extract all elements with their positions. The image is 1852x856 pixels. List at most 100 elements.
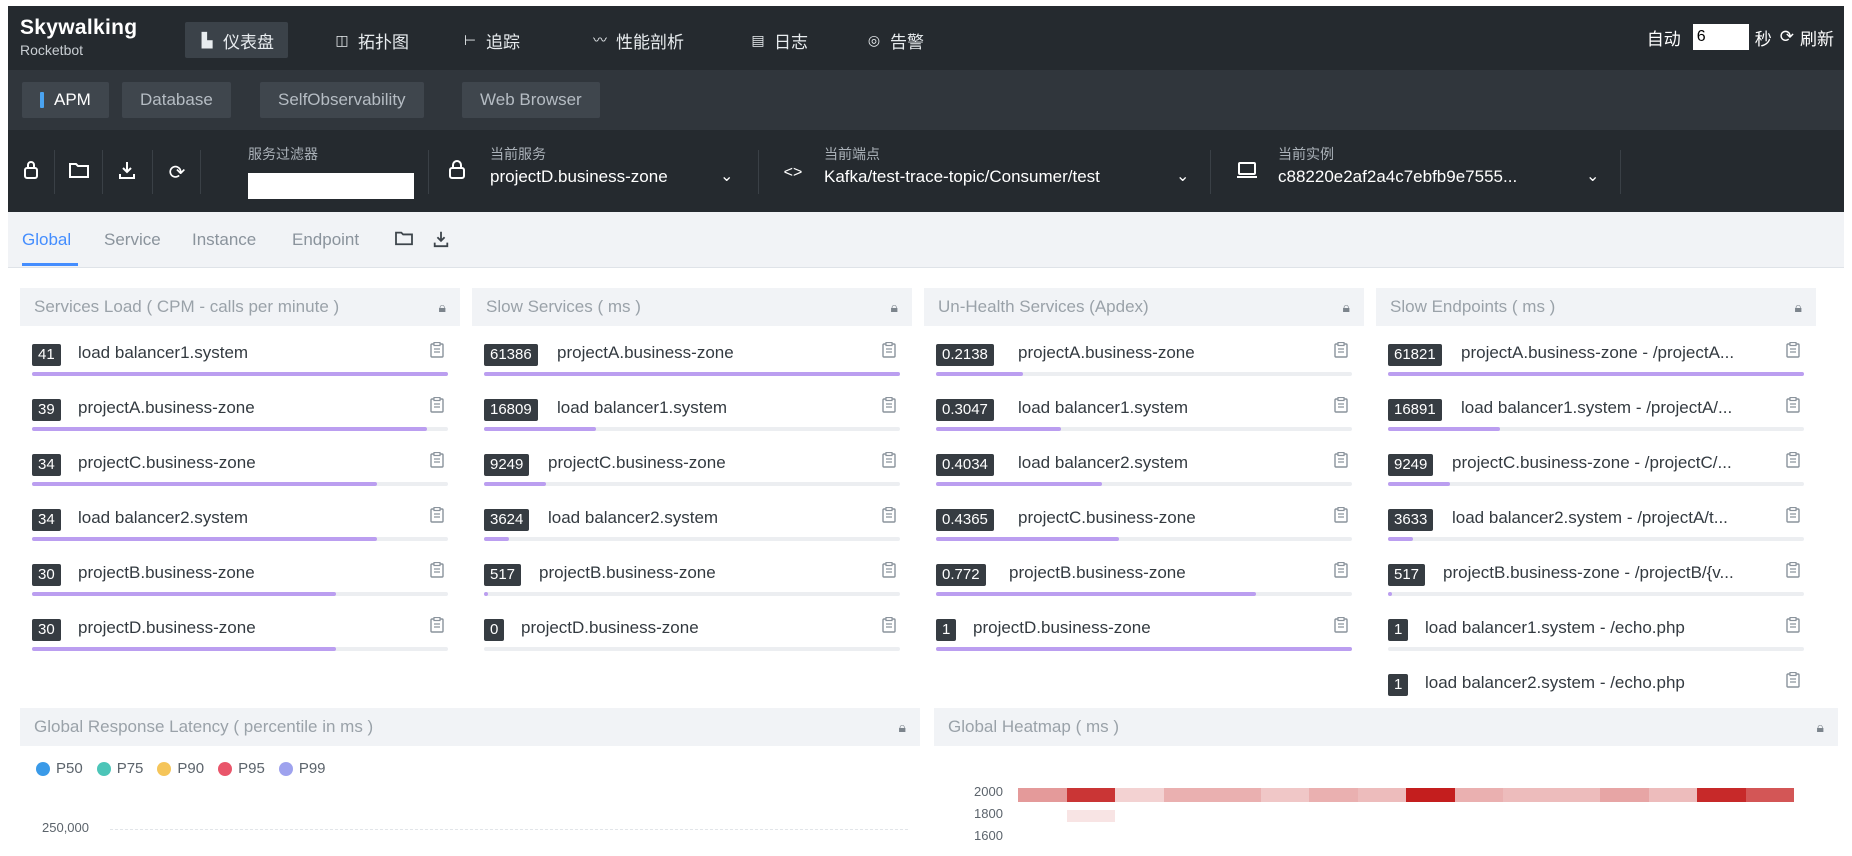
list-item[interactable]: 1 projectD.business-zone (936, 601, 1352, 656)
chevron-down-icon[interactable]: ⌄ (720, 166, 733, 186)
chevron-down-icon[interactable]: ⌄ (1176, 166, 1189, 186)
refresh-button[interactable]: 刷新 (1800, 25, 1834, 50)
list-item[interactable]: 0.2138 projectA.business-zone (936, 326, 1352, 381)
refresh-interval-input[interactable] (1692, 24, 1749, 50)
list-item[interactable]: 0.4365 projectC.business-zone (936, 491, 1352, 546)
list-item[interactable]: 61386 projectA.business-zone (484, 326, 900, 381)
list-item[interactable]: 61821 projectA.business-zone - /projectA.… (1388, 326, 1804, 381)
logo[interactable]: Skywalking Rocketbot (20, 16, 137, 58)
clipboard-icon[interactable] (430, 561, 444, 582)
current-endpoint-selector[interactable]: 当前端点 Kafka/test-trace-topic/Consumer/tes… (824, 144, 1100, 187)
refresh-icon[interactable]: ⟳ (1780, 27, 1794, 47)
chevron-down-icon[interactable]: ⌄ (1586, 166, 1599, 186)
heatmap-cell[interactable] (1406, 788, 1455, 802)
nav-item[interactable]: ▙ 仪表盘 (185, 22, 288, 58)
list-item[interactable]: 39 projectA.business-zone (32, 381, 448, 436)
legend-item[interactable]: P50 (36, 760, 83, 777)
list-item[interactable]: 3624 load balancer2.system (484, 491, 900, 546)
layer-tab[interactable]: Web Browser (462, 82, 600, 118)
clipboard-icon[interactable] (882, 341, 896, 362)
legend-item[interactable]: P90 (157, 760, 204, 777)
layer-tab[interactable]: Database (122, 82, 231, 118)
nav-item[interactable]: 〰性能剖析 (578, 22, 698, 58)
list-item[interactable]: 1 load balancer2.system - /echo.php (1388, 656, 1804, 698)
current-instance-selector[interactable]: 当前实例 c88220e2af2a4c7ebfb9e7555... (1278, 144, 1517, 187)
clipboard-icon[interactable] (1334, 506, 1348, 527)
clipboard-icon[interactable] (1334, 561, 1348, 582)
nav-item[interactable]: ▤ 日志 (736, 22, 822, 58)
heatmap-cell[interactable] (1745, 788, 1794, 802)
layer-tab[interactable]: APM (22, 82, 109, 118)
clipboard-icon[interactable] (1334, 451, 1348, 472)
tab-global[interactable]: Global (22, 230, 71, 250)
legend-item[interactable]: P99 (278, 760, 326, 777)
layer-tab[interactable]: SelfObservability (260, 82, 424, 118)
clipboard-icon[interactable] (882, 396, 896, 417)
clipboard-icon[interactable] (430, 506, 444, 527)
clipboard-icon[interactable] (882, 506, 896, 527)
tab-instance[interactable]: Instance (192, 230, 256, 250)
folder-icon[interactable] (66, 160, 92, 186)
list-item[interactable]: 0 projectD.business-zone (484, 601, 900, 656)
list-item[interactable]: 9249 projectC.business-zone - /projectC/.… (1388, 436, 1804, 491)
heatmap-cell[interactable] (1357, 788, 1406, 802)
reload-icon[interactable]: ⟳ (164, 160, 190, 186)
download-icon[interactable] (114, 160, 140, 186)
heatmap-cell[interactable] (1454, 788, 1503, 802)
heatmap-cell[interactable] (1503, 788, 1552, 802)
list-item[interactable]: 41 load balancer1.system (32, 326, 448, 381)
list-item[interactable]: 34 load balancer2.system (32, 491, 448, 546)
clipboard-icon[interactable] (1786, 506, 1800, 527)
heatmap-cell[interactable] (1066, 788, 1115, 802)
service-filter-input[interactable] (248, 173, 414, 199)
lock-icon[interactable]: 🔒︎ (891, 299, 898, 316)
heatmap-cell[interactable] (1066, 810, 1115, 822)
heatmap-cell[interactable] (1115, 788, 1164, 802)
heatmap-cell[interactable] (1697, 788, 1746, 802)
heatmap-cell[interactable] (1163, 788, 1212, 802)
list-item[interactable]: 30 projectD.business-zone (32, 601, 448, 656)
nav-item[interactable]: ⊢ 追踪 (448, 22, 534, 58)
clipboard-icon[interactable] (430, 451, 444, 472)
clipboard-icon[interactable] (430, 616, 444, 637)
list-item[interactable]: 0.4034 load balancer2.system (936, 436, 1352, 491)
heatmap-cell[interactable] (1648, 788, 1697, 802)
heatmap-cell[interactable] (1309, 788, 1358, 802)
tab-service[interactable]: Service (104, 230, 161, 250)
clipboard-icon[interactable] (882, 451, 896, 472)
clipboard-icon[interactable] (1786, 451, 1800, 472)
list-item[interactable]: 517 projectB.business-zone - /projectB/{v… (1388, 546, 1804, 601)
clipboard-icon[interactable] (1334, 341, 1348, 362)
lock-icon[interactable]: 🔒︎ (1817, 719, 1824, 736)
clipboard-icon[interactable] (1786, 561, 1800, 582)
nav-item[interactable]: ◫ 拓扑图 (320, 22, 423, 58)
lock-icon[interactable]: 🔒︎ (1795, 299, 1802, 316)
heatmap-cell[interactable] (1551, 788, 1600, 802)
lock-icon[interactable]: 🔒︎ (1343, 299, 1350, 316)
clipboard-icon[interactable] (1334, 616, 1348, 637)
list-item[interactable]: 3633 load balancer2.system - /projectA/t.… (1388, 491, 1804, 546)
list-item[interactable]: 0.3047 load balancer1.system (936, 381, 1352, 436)
clipboard-icon[interactable] (1334, 396, 1348, 417)
lock-icon[interactable]: 🔒︎ (899, 719, 906, 736)
heatmap-cell[interactable] (1600, 788, 1649, 802)
legend-item[interactable]: P75 (96, 760, 143, 777)
list-item[interactable]: 517 projectB.business-zone (484, 546, 900, 601)
clipboard-icon[interactable] (1786, 341, 1800, 362)
heatmap-cell[interactable] (1018, 788, 1067, 802)
clipboard-icon[interactable] (1786, 616, 1800, 637)
list-item[interactable]: 30 projectB.business-zone (32, 546, 448, 601)
heatmap-cell[interactable] (1212, 788, 1261, 802)
clipboard-icon[interactable] (882, 616, 896, 637)
list-item[interactable]: 34 projectC.business-zone (32, 436, 448, 491)
list-item[interactable]: 16891 load balancer1.system - /projectA/.… (1388, 381, 1804, 436)
clipboard-icon[interactable] (430, 341, 444, 362)
nav-item[interactable]: ◎ 告警 (852, 22, 938, 58)
clipboard-icon[interactable] (1786, 396, 1800, 417)
download-icon[interactable] (432, 230, 450, 253)
list-item[interactable]: 1 load balancer1.system - /echo.php (1388, 601, 1804, 656)
lock-icon[interactable] (18, 160, 44, 186)
list-item[interactable]: 9249 projectC.business-zone (484, 436, 900, 491)
clipboard-icon[interactable] (1786, 671, 1800, 692)
lock-icon[interactable]: 🔒︎ (439, 299, 446, 316)
